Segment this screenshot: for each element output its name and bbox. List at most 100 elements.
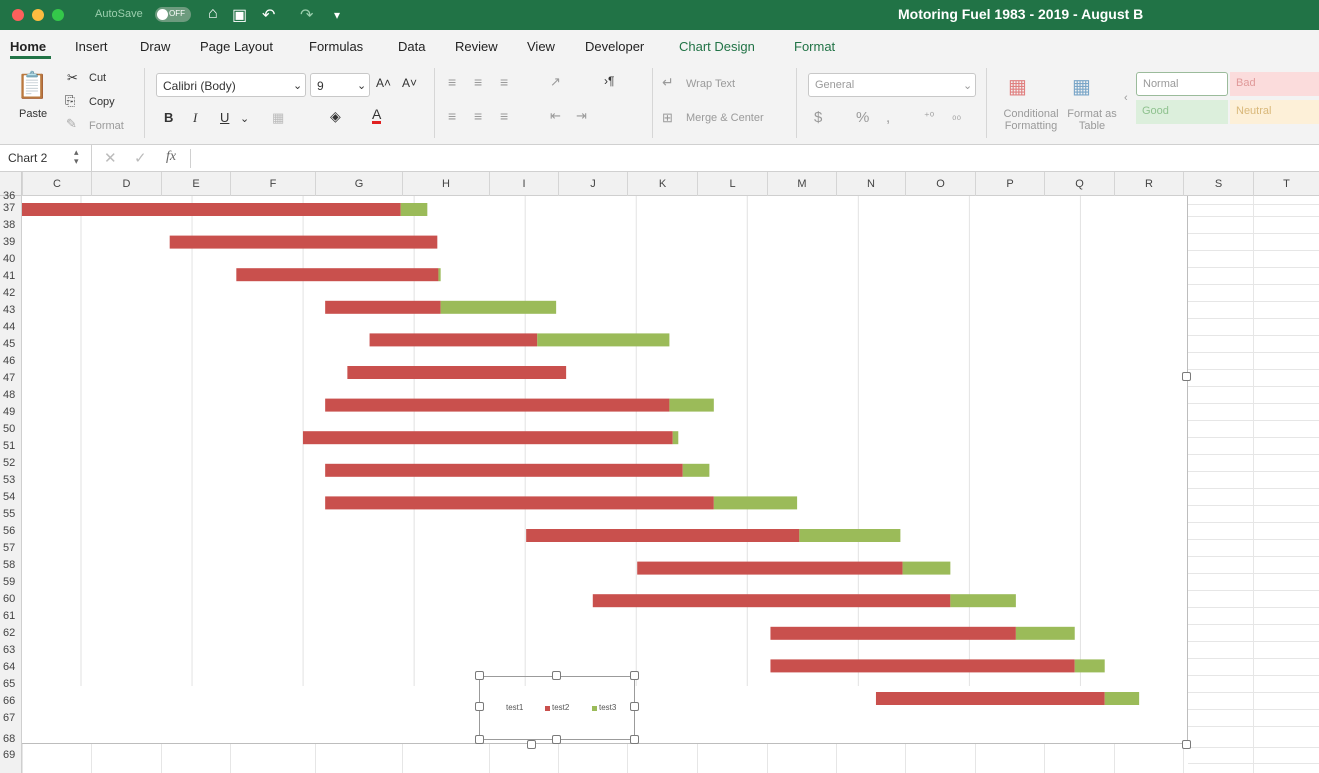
styles-scroll-left-icon[interactable]: ‹ <box>1124 92 1128 104</box>
copy-icon[interactable]: ⎘ <box>65 93 75 109</box>
bar-test3-12[interactable] <box>902 561 951 575</box>
format-painter-button[interactable]: Format <box>89 120 124 132</box>
row-header-50[interactable]: 50 <box>0 423 22 435</box>
zoom-window-icon[interactable] <box>52 9 64 21</box>
merge-center-icon[interactable]: ⊞ <box>662 110 673 126</box>
fill-color-icon[interactable]: ◈ <box>330 108 341 125</box>
row-header-46[interactable]: 46 <box>0 355 22 367</box>
paste-button[interactable]: Paste <box>19 108 47 120</box>
column-header-p[interactable]: P <box>975 172 1044 196</box>
bar-test3-7[interactable] <box>669 398 714 412</box>
row-header-38[interactable]: 38 <box>0 219 22 231</box>
legend-resize-handle[interactable] <box>475 735 484 744</box>
align-center-icon[interactable]: ≡ <box>474 108 482 124</box>
column-header-k[interactable]: K <box>627 172 697 196</box>
chart-legend[interactable]: test1 test2 test3 <box>479 676 635 740</box>
row-header-58[interactable]: 58 <box>0 559 22 571</box>
legend-resize-handle[interactable] <box>630 671 639 680</box>
bar-test2-15[interactable] <box>770 659 1075 673</box>
comma-style-icon[interactable]: , <box>886 109 890 126</box>
bar-test3-10[interactable] <box>713 496 798 510</box>
chart-resize-handle[interactable] <box>1182 740 1191 749</box>
row-header-61[interactable]: 61 <box>0 610 22 622</box>
decrease-indent-icon[interactable]: ⇤ <box>550 108 561 124</box>
merge-center-button[interactable]: Merge & Center <box>686 112 764 124</box>
wrap-text-icon[interactable]: ↵ <box>662 74 674 91</box>
bar-test3-11[interactable] <box>799 529 901 542</box>
bar-test3-8[interactable] <box>672 431 679 445</box>
row-header-37[interactable]: 37 <box>0 202 22 214</box>
conditional-formatting-button[interactable]: Conditional Formatting <box>1000 108 1062 132</box>
paste-icon[interactable]: 📋 <box>16 70 48 101</box>
row-header-53[interactable]: 53 <box>0 474 22 486</box>
minimize-window-icon[interactable] <box>32 9 44 21</box>
underline-button[interactable]: U <box>220 110 229 125</box>
tab-data[interactable]: Data <box>398 39 425 54</box>
bar-test2-10[interactable] <box>325 496 714 510</box>
increase-decimal-icon[interactable]: ⁺⁰ <box>924 110 934 123</box>
row-header-59[interactable]: 59 <box>0 576 22 588</box>
redo-icon[interactable]: ↷ <box>300 5 313 25</box>
bar-test2-5[interactable] <box>369 333 538 347</box>
bar-test3-14[interactable] <box>1015 626 1075 640</box>
tab-view[interactable]: View <box>527 39 555 54</box>
chart-area[interactable]: test1 test2 test3 <box>22 196 1191 749</box>
bar-test3-9[interactable] <box>682 463 710 477</box>
decrease-decimal-icon[interactable]: ₀₀ <box>952 110 961 122</box>
column-header-e[interactable]: E <box>161 172 230 196</box>
column-header-j[interactable]: J <box>558 172 627 196</box>
align-top-icon[interactable]: ≡ <box>448 74 456 90</box>
font-color-icon[interactable]: A <box>372 107 382 124</box>
column-header-r[interactable]: R <box>1114 172 1183 196</box>
tab-page-layout[interactable]: Page Layout <box>200 39 273 54</box>
increase-indent-icon[interactable]: ⇥ <box>576 108 587 124</box>
copy-button[interactable]: Copy <box>89 96 115 108</box>
bar-test2-13[interactable] <box>592 594 951 608</box>
bar-test2-9[interactable] <box>325 463 683 477</box>
row-header-68[interactable]: 68 <box>0 733 22 745</box>
currency-icon[interactable]: $ <box>814 109 822 126</box>
legend-resize-handle[interactable] <box>552 671 561 680</box>
tab-review[interactable]: Review <box>455 39 498 54</box>
column-header-l[interactable]: L <box>697 172 767 196</box>
conditional-formatting-icon[interactable]: ▦ <box>1008 74 1027 99</box>
row-header-52[interactable]: 52 <box>0 457 22 469</box>
column-header-h[interactable]: H <box>402 172 489 196</box>
format-as-table-icon[interactable]: ▦ <box>1072 74 1091 99</box>
bar-test2-11[interactable] <box>526 529 800 542</box>
column-header-c[interactable]: C <box>22 172 91 196</box>
row-header-44[interactable]: 44 <box>0 321 22 333</box>
row-header-36[interactable]: 36 <box>0 190 22 202</box>
row-header-62[interactable]: 62 <box>0 627 22 639</box>
row-header-42[interactable]: 42 <box>0 287 22 299</box>
column-header-g[interactable]: G <box>315 172 402 196</box>
decrease-font-size-button[interactable]: A˅ <box>402 76 417 90</box>
bar-test3-4[interactable] <box>440 300 557 314</box>
save-icon[interactable]: ▣ <box>232 5 247 25</box>
legend-resize-handle[interactable] <box>475 671 484 680</box>
bar-test2-4[interactable] <box>325 300 441 314</box>
legend-resize-handle[interactable] <box>630 702 639 711</box>
align-right-icon[interactable]: ≡ <box>500 108 508 124</box>
borders-icon[interactable]: ▦ <box>272 110 284 126</box>
row-header-63[interactable]: 63 <box>0 644 22 656</box>
row-header-40[interactable]: 40 <box>0 253 22 265</box>
chart-resize-handle[interactable] <box>1182 372 1191 381</box>
bar-test2-6[interactable] <box>347 366 567 379</box>
bar-test2-16[interactable] <box>875 692 1105 705</box>
bar-test3-13[interactable] <box>950 594 1016 608</box>
tab-home[interactable]: Home <box>10 39 46 54</box>
row-header-60[interactable]: 60 <box>0 593 22 605</box>
close-window-icon[interactable] <box>12 9 24 21</box>
customize-toolbar-icon[interactable]: ▾ <box>334 8 340 22</box>
tab-insert[interactable]: Insert <box>75 39 108 54</box>
bar-test2-12[interactable] <box>637 561 903 575</box>
row-header-47[interactable]: 47 <box>0 372 22 384</box>
autosave-toggle[interactable]: OFF <box>155 7 191 22</box>
chart-resize-handle[interactable] <box>527 740 536 749</box>
row-header-45[interactable]: 45 <box>0 338 22 350</box>
bar-test3-15[interactable] <box>1074 659 1105 673</box>
italic-button[interactable]: I <box>193 110 197 126</box>
row-header-69[interactable]: 69 <box>0 749 22 761</box>
bar-test3-5[interactable] <box>537 333 670 347</box>
